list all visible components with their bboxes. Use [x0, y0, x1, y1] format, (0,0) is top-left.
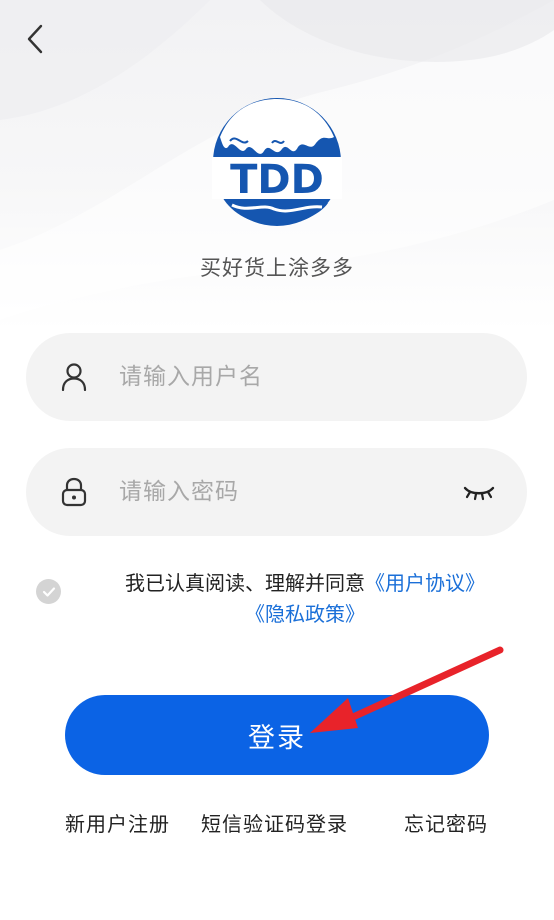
lock-icon — [59, 477, 89, 507]
eye-closed-icon[interactable] — [459, 477, 499, 507]
svg-text:TDD: TDD — [230, 157, 324, 203]
agreement-text: 我已认真阅读、理解并同意《用户协议》《隐私政策》 — [74, 568, 536, 630]
back-button[interactable] — [18, 22, 52, 56]
brand-slogan: 买好货上涂多多 — [200, 256, 354, 280]
username-input[interactable] — [119, 364, 527, 390]
username-field[interactable] — [26, 333, 527, 421]
check-icon — [42, 586, 55, 597]
privacy-policy-link[interactable]: 《隐私政策》 — [245, 602, 365, 626]
agreement-checkbox[interactable] — [36, 579, 61, 604]
agreement-prefix: 我已认真阅读、理解并同意 — [125, 571, 365, 595]
user-agreement-link[interactable]: 《用户协议》 — [365, 571, 485, 595]
user-icon — [59, 362, 89, 392]
password-input[interactable] — [119, 479, 459, 505]
login-button[interactable]: 登录 — [65, 695, 489, 775]
brand-logo: TDD — [212, 98, 342, 226]
register-link[interactable]: 新用户注册 — [65, 808, 170, 837]
password-field[interactable] — [26, 448, 527, 536]
sms-login-link[interactable]: 短信验证码登录 — [201, 808, 348, 837]
login-screen: TDD 买好货上涂多多 请输入用户名 我已认真阅读、理解并同意《用户协议》《隐私… — [0, 0, 554, 920]
forgot-password-link[interactable]: 忘记密码 — [404, 808, 488, 837]
chevron-left-icon — [27, 24, 43, 54]
